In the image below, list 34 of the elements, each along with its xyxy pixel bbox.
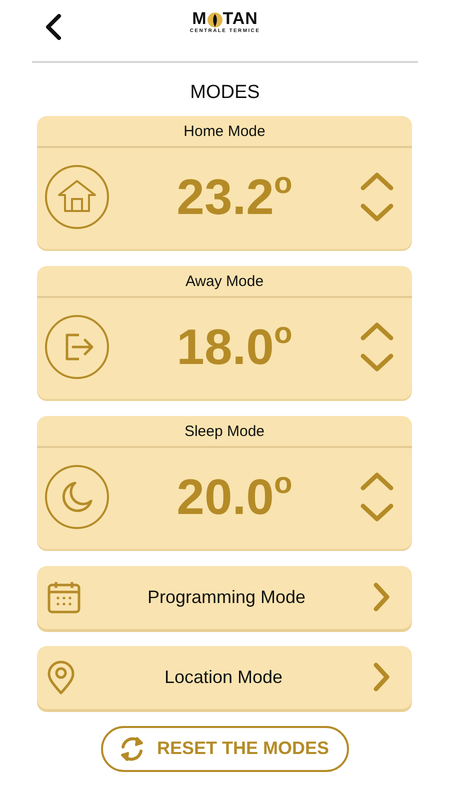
page-title: MODES	[189, 81, 261, 105]
decrease-button[interactable]	[360, 503, 394, 523]
logo-text: M	[192, 10, 207, 28]
temperature-value: 20.0$^{o}$	[176, 466, 294, 526]
chevron-down-icon	[360, 503, 394, 523]
chevron-right-icon	[372, 582, 390, 612]
temperature-value: 23.2$^{o}$	[176, 166, 294, 226]
location-pin-icon	[47, 660, 75, 694]
mode-link-label: Location Mode	[163, 666, 284, 688]
home-icon	[45, 165, 109, 229]
decrease-button[interactable]	[360, 353, 394, 373]
decrease-button[interactable]	[360, 203, 394, 223]
chevron-up-icon	[360, 321, 394, 341]
logo-text: TAN	[222, 10, 258, 28]
back-icon	[44, 14, 62, 40]
mode-name: Away Mode	[37, 266, 412, 298]
calendar-icon	[47, 580, 81, 614]
exit-icon	[45, 315, 109, 379]
chevron-up-icon	[360, 171, 394, 191]
mode-name: Home Mode	[37, 116, 412, 148]
mode-link-label: Programming Mode	[146, 586, 307, 609]
chevron-down-icon	[360, 203, 394, 223]
chevron-down-icon	[360, 353, 394, 373]
chevron-up-icon	[360, 471, 394, 491]
temperature-value: 18.0$^{o}$	[176, 316, 294, 376]
moon-icon	[45, 465, 109, 529]
increase-button[interactable]	[360, 471, 394, 491]
flame-icon	[206, 12, 223, 28]
mode-link-card[interactable]: Programming Mode	[37, 566, 412, 628]
increase-button[interactable]	[360, 171, 394, 191]
increase-button[interactable]	[360, 321, 394, 341]
mode-name: Sleep Mode	[37, 416, 412, 448]
chevron-right-icon	[372, 662, 390, 692]
mode-link-card[interactable]: Location Mode	[37, 646, 412, 708]
